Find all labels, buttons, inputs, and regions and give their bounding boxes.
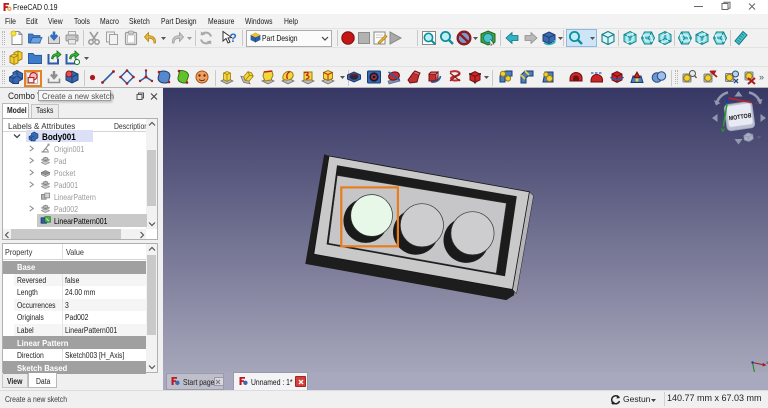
svg-text:?: ? [230,31,237,45]
